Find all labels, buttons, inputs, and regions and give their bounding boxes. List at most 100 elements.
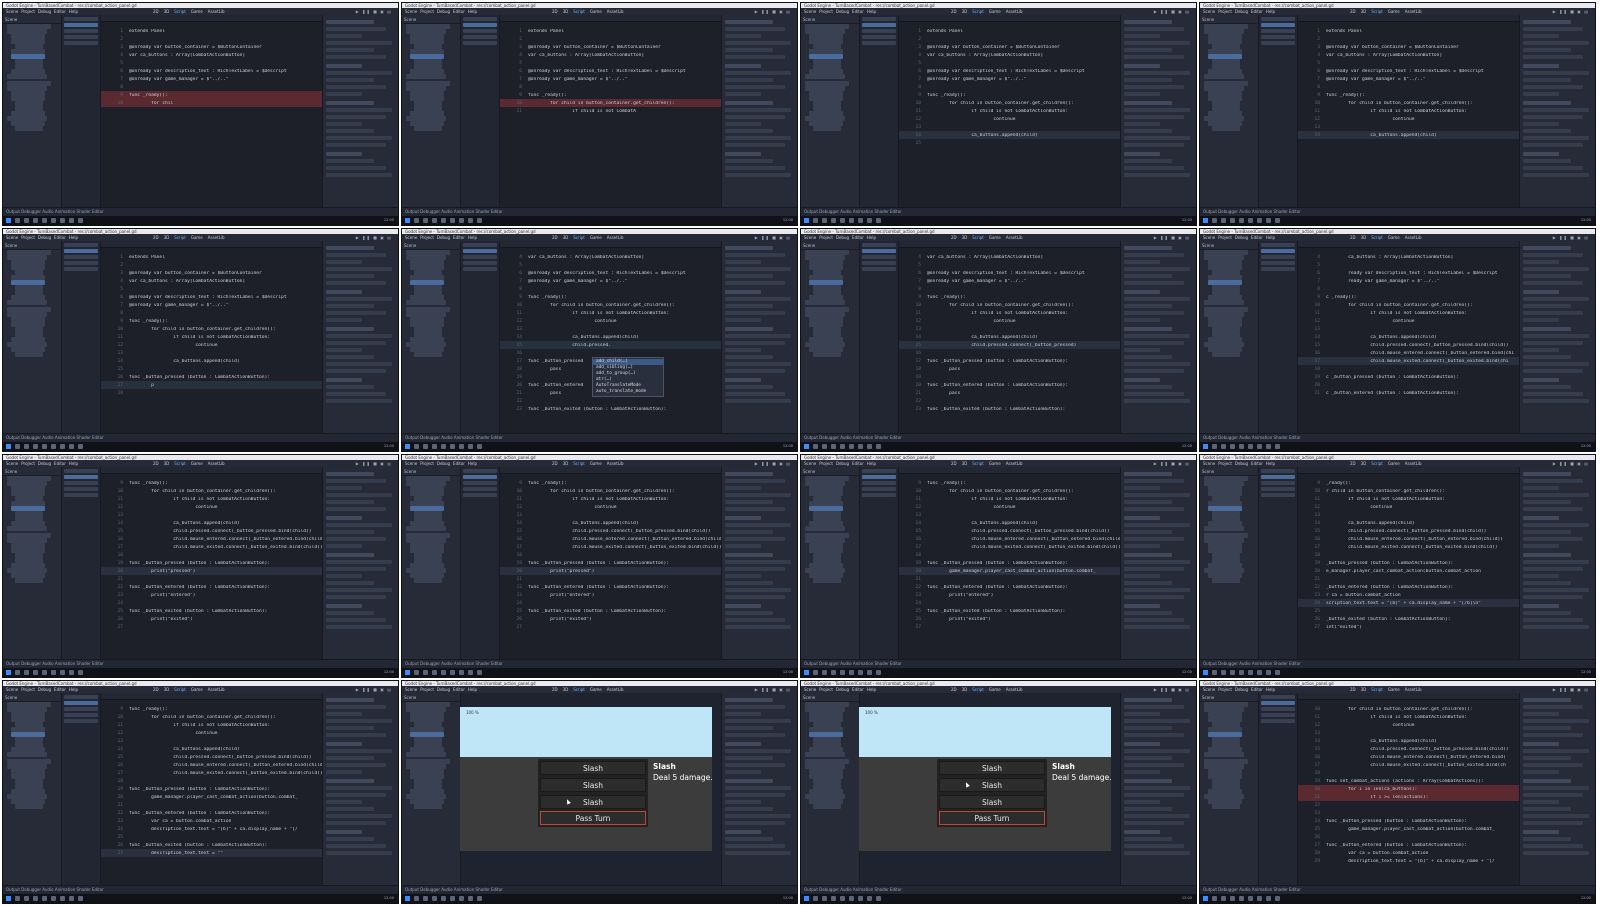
inspector-property[interactable] — [1124, 719, 1190, 723]
menu-item-help[interactable]: Help — [1266, 9, 1275, 14]
script-list-item[interactable] — [463, 249, 497, 253]
code-line[interactable]: 20 func _button_entered (button : CombatA… — [899, 381, 1120, 389]
inspector-property[interactable] — [326, 523, 392, 527]
script-list-item[interactable] — [64, 481, 98, 485]
taskbar-app-icon[interactable] — [51, 670, 56, 675]
code-text[interactable]: child.mouse_exited.connect(_button_exite… — [1326, 545, 1497, 550]
code-line[interactable]: 9 func _ready(): — [500, 479, 721, 487]
inspector-property[interactable] — [1124, 595, 1184, 599]
inspector-property[interactable] — [326, 143, 386, 147]
tree-item[interactable] — [414, 804, 442, 809]
code-line[interactable]: 10 for child in button_container.get_chi… — [101, 713, 322, 721]
mode-tab-game[interactable]: Game — [590, 9, 602, 14]
menu-item-editor[interactable]: Editor — [1251, 9, 1263, 14]
code-text[interactable]: for child in button_container.get_childr… — [528, 303, 674, 308]
code-line[interactable]: 21 c _button_entered (button : CombatActi… — [1298, 389, 1519, 397]
taskbar-app-icon[interactable] — [414, 896, 419, 901]
code-line[interactable]: 14 ca_buttons.append(child) — [101, 519, 322, 527]
mode-tab-game[interactable]: Game — [1388, 687, 1400, 692]
inspector-property[interactable] — [1523, 20, 1571, 24]
code-line[interactable]: 19 func _button_pressed (button : CombatA… — [101, 559, 322, 567]
code-line[interactable]: 9 func _ready(): — [101, 91, 322, 99]
inspector-property[interactable] — [725, 159, 773, 163]
inspector-property[interactable] — [1523, 246, 1571, 250]
code-line[interactable]: 13 — [101, 511, 322, 519]
menu-item-project[interactable]: Project — [420, 461, 434, 466]
code-line[interactable]: 11 if child is not CombatActionButton: — [1298, 107, 1519, 115]
inspector-property[interactable] — [1523, 544, 1559, 548]
code-line[interactable]: 25 func _button_exited (button : CombatAc… — [101, 607, 322, 615]
script-list-item[interactable] — [64, 701, 98, 705]
inspector-property[interactable] — [725, 756, 773, 760]
script-list-item[interactable] — [1261, 475, 1295, 479]
inspector-property[interactable] — [725, 705, 785, 709]
start-menu-icon[interactable] — [6, 444, 11, 449]
inspector-property[interactable] — [1523, 844, 1583, 848]
inspector-property[interactable] — [1523, 837, 1571, 841]
code-line[interactable]: 15 child.pressed.connect(_button_pressed… — [899, 341, 1120, 349]
code-text[interactable]: func _button_pressed (button : CombatAct… — [129, 375, 270, 380]
code-text[interactable]: child.mouse_entered.connect(_button_ente… — [1326, 537, 1503, 542]
code-text[interactable]: child.mouse_entered.connect(_button_ente… — [129, 763, 322, 768]
bottom-panel-tabs[interactable]: Output Debugger Audio Animation Shader E… — [801, 433, 1196, 442]
code-text[interactable]: child.pressed. — [528, 343, 611, 348]
inspector-property[interactable] — [1124, 348, 1160, 352]
script-list-item[interactable] — [1261, 29, 1295, 33]
inspector-property[interactable] — [1124, 574, 1160, 578]
mode-tab-script[interactable]: Script — [1371, 235, 1383, 240]
taskbar-app-icon[interactable] — [78, 670, 83, 675]
code-text[interactable]: ca_buttons.append(child) — [528, 521, 638, 526]
code-text[interactable]: ready var game_manager = $"../.." — [1326, 279, 1439, 284]
code-text[interactable]: child.pressed.connect(_button_pressed.bi… — [129, 529, 311, 534]
taskbar-app-icon[interactable] — [831, 444, 836, 449]
code-line[interactable]: 12 continue — [1298, 503, 1519, 511]
code-text[interactable]: for child in button_container.get_childr… — [129, 489, 275, 494]
inspector-property[interactable] — [326, 166, 386, 170]
code-line[interactable]: 5 — [899, 261, 1120, 269]
inspector-property[interactable] — [1124, 814, 1190, 818]
inspector-property[interactable] — [725, 770, 761, 774]
taskbar-app-icon[interactable] — [831, 218, 836, 223]
inspector-property[interactable] — [1124, 742, 1160, 746]
inspector-property[interactable] — [1523, 260, 1559, 264]
inspector-property[interactable] — [1523, 581, 1571, 585]
code-text[interactable]: child.mouse_entered.connect(_button_ente… — [129, 537, 322, 542]
script-list-item[interactable] — [463, 23, 497, 27]
taskbar-app-icon[interactable] — [1212, 670, 1217, 675]
inspector-property[interactable] — [1124, 500, 1172, 504]
scene-dock-title[interactable]: Scene — [801, 241, 859, 250]
inspector-property[interactable] — [1523, 486, 1559, 490]
taskbar-app-icon[interactable] — [78, 218, 83, 223]
code-line[interactable]: 21 — [899, 575, 1120, 583]
inspector-property[interactable] — [725, 246, 773, 250]
inspector-property[interactable] — [1523, 267, 1589, 271]
mode-tab-2d[interactable]: 2D — [951, 461, 957, 466]
inspector-property[interactable] — [725, 837, 773, 841]
menu-item-project[interactable]: Project — [1218, 687, 1232, 692]
inspector-property[interactable] — [725, 726, 773, 730]
mode-tab-script[interactable]: Script — [174, 461, 186, 466]
inspector-property[interactable] — [725, 115, 785, 119]
code-line[interactable]: 10 r child in button_container.get_childr… — [1298, 487, 1519, 495]
taskbar-app-icon[interactable] — [858, 444, 863, 449]
menu-item-help[interactable]: Help — [867, 687, 876, 692]
code-text[interactable]: @onready var game_manager = $"../.." — [129, 77, 229, 82]
taskbar-app-icon[interactable] — [477, 670, 482, 675]
menu-item-scene[interactable]: Scene — [804, 461, 816, 466]
taskbar-app-icon[interactable] — [876, 896, 881, 901]
code-line[interactable]: 1 extends Panel — [500, 27, 721, 35]
mode-tab-2d[interactable]: 2D — [1350, 9, 1356, 14]
script-list-item[interactable] — [463, 41, 497, 45]
script-list-item[interactable] — [463, 267, 497, 271]
inspector-property[interactable] — [1124, 844, 1184, 848]
menu-item-debug[interactable]: Debug — [1235, 687, 1248, 692]
code-line[interactable]: 8 — [500, 83, 721, 91]
inspector-property[interactable] — [1124, 55, 1184, 59]
code-line[interactable]: 22 func _button_entered (button : CombatA… — [500, 583, 721, 591]
inspector-property[interactable] — [326, 334, 392, 338]
code-text[interactable]: var ca_buttons : Array[CombatActionButto… — [528, 255, 644, 260]
scene-dock-title[interactable]: Scene — [1200, 693, 1258, 702]
run-controls-icon[interactable]: ▶ ❚❚ ■ ▣ ▤ — [1154, 686, 1190, 693]
code-line[interactable]: 25 — [1298, 607, 1519, 615]
code-text[interactable]: for child in button_container.get_childr… — [927, 489, 1073, 494]
